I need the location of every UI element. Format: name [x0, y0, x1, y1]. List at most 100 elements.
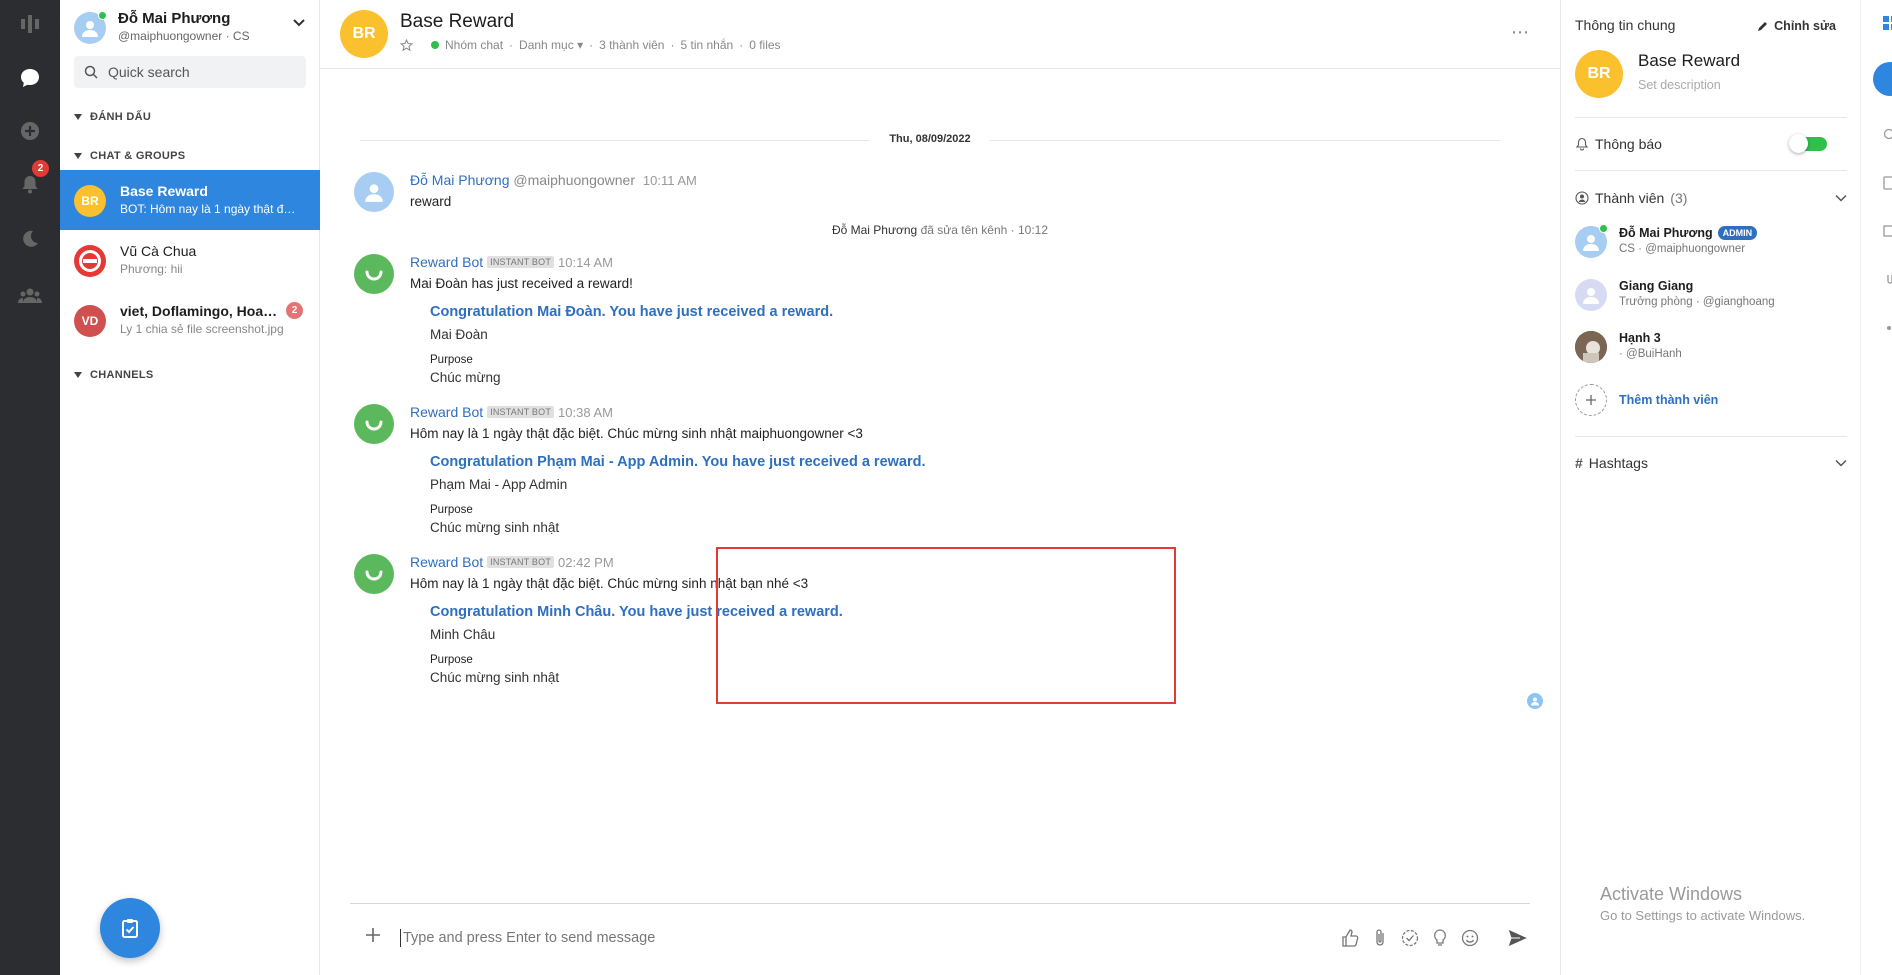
member-item[interactable]: Giang Giang Trưởng phòng · @gianghoang [1575, 275, 1847, 315]
moon-icon[interactable] [0, 219, 60, 259]
message-composer: Type and press Enter to send message [350, 903, 1530, 975]
add-member-button[interactable]: Thêm thành viên [1575, 380, 1847, 420]
notifications-toggle[interactable] [1789, 134, 1827, 153]
paperclip-icon[interactable] [1883, 272, 1892, 286]
conversation-item[interactable]: Vũ Cà Chua Phương: hii [60, 230, 320, 290]
chevron-down-icon [1835, 459, 1847, 467]
channel-title: Base Reward [400, 11, 515, 32]
members-section-header[interactable]: Thành viên (3) [1575, 188, 1847, 208]
description-field[interactable]: Set description [1638, 78, 1721, 92]
attachment-title[interactable]: Congratulation Phạm Mai - App Admin. You… [430, 454, 926, 470]
files-count[interactable]: 0 files [749, 38, 780, 52]
message-text: Mai Đoàn has just received a reward! [410, 276, 633, 291]
more-dot-icon[interactable] [1887, 326, 1891, 330]
bell-icon[interactable] [0, 164, 60, 204]
message-input[interactable]: Type and press Enter to send message [400, 929, 655, 947]
purpose-label: Purpose [430, 504, 473, 516]
sender-name[interactable]: Reward Bot [410, 554, 483, 570]
edit-label: Chỉnh sửa [1774, 19, 1836, 33]
attach-plus-icon[interactable] [364, 926, 382, 947]
chat-area: BR Base Reward Nhóm chat · Danh mục ▾ · … [320, 0, 1560, 975]
message-time: 10:38 AM [558, 405, 613, 420]
active-tool-circle[interactable] [1873, 62, 1892, 96]
read-receipt-avatar [1527, 693, 1543, 709]
channel-avatar: BR [340, 10, 388, 58]
conversation-item[interactable]: BR Base Reward BOT: Hôm nay là 1 ngày th… [60, 170, 320, 230]
sender-name[interactable]: Đỗ Mai Phương [410, 172, 509, 188]
channel-meta: Nhóm chat · Danh mục ▾ · 3 thành viên · … [400, 38, 781, 52]
user-circle-icon [1575, 191, 1589, 205]
member-subtitle: CS · @maiphuongowner [1619, 243, 1746, 255]
sender-handle: @maiphuongowner [513, 172, 635, 188]
channel-header: BR Base Reward Nhóm chat · Danh mục ▾ · … [320, 0, 1560, 69]
note-icon[interactable] [1883, 176, 1892, 190]
reward-attachment: Congratulation Phạm Mai - App Admin. You… [430, 454, 926, 535]
more-options-icon[interactable]: ⋯ [1511, 22, 1530, 43]
bot-avatar[interactable] [354, 404, 394, 444]
caret-down-icon [74, 114, 82, 120]
members-count[interactable]: 3 thành viên [599, 38, 664, 52]
message-header: Reward Bot INSTANT BOT 02:42 PM [410, 554, 614, 570]
grid-icon[interactable] [1883, 16, 1892, 30]
windows-activation-watermark: Activate Windows Go to Settings to activ… [1600, 884, 1805, 923]
section-chats[interactable]: CHAT & GROUPS [74, 150, 185, 162]
lightbulb-icon[interactable] [1430, 928, 1450, 948]
category-dropdown[interactable]: Danh mục ▾ [519, 38, 583, 52]
member-item[interactable]: Hạnh 3 · @BuiHanh [1575, 327, 1847, 367]
notifications-label: Thông báo [1595, 136, 1662, 152]
add-circle-icon[interactable] [0, 111, 60, 151]
conversation-avatar [74, 245, 106, 277]
thumbs-up-icon[interactable] [1340, 928, 1360, 948]
reward-attachment: Congratulation Mai Đoàn. You have just r… [430, 304, 833, 385]
app-logo-icon[interactable] [0, 4, 60, 44]
member-name-row: Giang Giang [1619, 279, 1693, 293]
composer-tools [1340, 928, 1480, 948]
section-chats-label: CHAT & GROUPS [90, 150, 186, 162]
sidebar: Đỗ Mai Phương @maiphuongowner · CS Quick… [60, 0, 320, 975]
messages-count: 5 tin nhắn [680, 38, 734, 52]
send-button[interactable] [1506, 926, 1530, 953]
search-tool-icon[interactable] [1883, 128, 1892, 142]
section-starred[interactable]: ĐÁNH DẤU [74, 111, 151, 123]
search-icon [84, 65, 98, 79]
watermark-line2: Go to Settings to activate Windows. [1600, 908, 1806, 923]
paperclip-icon[interactable] [1370, 928, 1390, 948]
sender-name[interactable]: Reward Bot [410, 404, 483, 420]
attachment-recipient: Mai Đoàn [430, 327, 488, 342]
purpose-value: Chúc mừng sinh nhật [430, 520, 560, 535]
sender-avatar[interactable] [354, 172, 394, 212]
online-indicator [98, 11, 107, 20]
message-time: 10:11 AM [642, 173, 697, 188]
star-icon[interactable] [400, 38, 413, 52]
chevron-down-icon[interactable] [292, 16, 306, 31]
chat-icon[interactable] [0, 58, 60, 98]
member-subtitle: · @BuiHanh [1619, 348, 1682, 360]
bot-tag: INSTANT BOT [487, 256, 555, 268]
image-icon[interactable] [1883, 224, 1892, 238]
conversation-title: Vũ Cà Chua [120, 243, 197, 259]
system-note-action: đã sửa tên kênh · 10:12 [917, 223, 1049, 237]
attachment-title[interactable]: Congratulation Mai Đoàn. You have just r… [430, 304, 833, 320]
system-note: Đỗ Mai Phương đã sửa tên kênh · 10:12 [320, 223, 1560, 237]
member-name: Hạnh 3 [1619, 331, 1661, 345]
conversation-preview: Ly 1 chia sẻ file screenshot.jpg [120, 322, 284, 336]
bot-avatar[interactable] [354, 254, 394, 294]
emoji-icon[interactable] [1460, 928, 1480, 948]
tasks-fab-button[interactable] [100, 898, 160, 958]
edit-button[interactable]: Chỉnh sửa [1757, 19, 1836, 33]
section-starred-label: ĐÁNH DẤU [90, 111, 152, 123]
search-input[interactable]: Quick search [74, 56, 306, 88]
current-user[interactable]: Đỗ Mai Phương @maiphuongowner · CS [74, 10, 306, 50]
sender-name[interactable]: Reward Bot [410, 254, 483, 270]
hashtags-section-header[interactable]: # Hashtags [1575, 453, 1847, 473]
member-item[interactable]: Đỗ Mai Phương ADMIN CS · @maiphuongowner [1575, 222, 1847, 262]
conversation-item[interactable]: VD viet, Doflamingo, Hoang... Ly 1 chia … [60, 290, 320, 350]
section-channels[interactable]: CHANNELS [74, 369, 154, 381]
bot-avatar[interactable] [354, 554, 394, 594]
admin-badge: ADMIN [1717, 226, 1758, 240]
member-avatar [1575, 331, 1607, 363]
people-icon[interactable] [0, 276, 60, 316]
message-header: Reward Bot INSTANT BOT 10:38 AM [410, 404, 613, 420]
check-badge-icon[interactable] [1400, 928, 1420, 948]
message-header: Đỗ Mai Phương @maiphuongowner 10:11 AM [410, 172, 697, 188]
